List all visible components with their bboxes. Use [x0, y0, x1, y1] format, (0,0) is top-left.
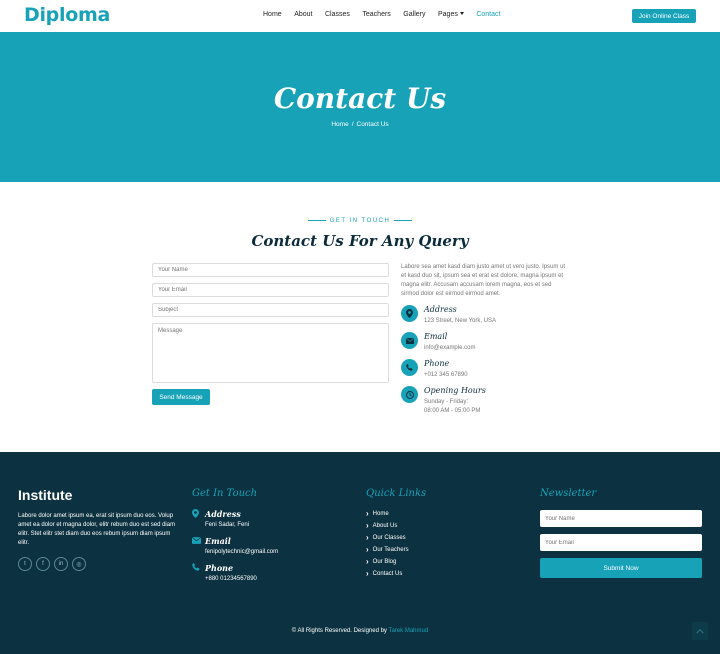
nav-pages-dropdown[interactable]: Pages [438, 11, 464, 18]
page-title: Contact Us [273, 82, 447, 115]
phone-value: +012 345 67890 [424, 372, 468, 378]
name-input[interactable] [152, 263, 389, 277]
breadcrumb-current: Contact Us [356, 121, 389, 128]
nav-menu: Home About Classes Teachers Gallery Page… [263, 11, 513, 18]
newsletter-submit-button[interactable]: Submit Now [540, 558, 702, 578]
envelope-icon [191, 536, 202, 546]
nav-classes[interactable]: Classes [325, 11, 350, 18]
nav-home[interactable]: Home [263, 11, 282, 18]
copyright-text: © All Rights Reserved. Designed by [291, 628, 387, 634]
instagram-icon[interactable]: ◎ [72, 557, 86, 571]
facebook-icon[interactable]: f [36, 557, 50, 571]
map-marker-icon [401, 305, 418, 322]
phone-icon [401, 359, 418, 376]
footer-phone-value: +880 01234567890 [205, 576, 257, 582]
nav-gallery[interactable]: Gallery [403, 11, 425, 18]
footer-address-value: Feni Sadar, Feni [205, 522, 250, 528]
back-to-top-button[interactable] [692, 622, 708, 640]
nav-pages-label: Pages [437, 11, 458, 18]
quick-link-classes[interactable]: Our Classes [366, 533, 406, 542]
footer-about: Labore dolor amet ipsum ea, erat sit ips… [18, 513, 176, 546]
footer-email-label: Email [205, 536, 231, 546]
linkedin-icon[interactable]: in [54, 557, 68, 571]
quick-link-about[interactable]: About Us [366, 521, 398, 530]
breadcrumb-home[interactable]: Home [331, 121, 348, 128]
footer-heading-newsletter: Newsletter [540, 488, 597, 499]
phone-icon [192, 563, 200, 573]
author-link[interactable]: Tarek Mahmud [389, 628, 429, 634]
brand-logo[interactable]: Diploma [24, 4, 110, 26]
quick-link-teachers[interactable]: Our Teachers [366, 545, 409, 554]
page-header: Contact Us Home / Contact Us [0, 32, 720, 182]
eyebrow-text: GET IN TOUCH [329, 218, 391, 224]
quick-link-contact[interactable]: Contact Us [366, 569, 403, 578]
nav-contact[interactable]: Contact [476, 11, 500, 18]
section-eyebrow: GET IN TOUCH [0, 218, 720, 224]
copyright: © All Rights Reserved. Designed by Tarek… [0, 628, 720, 634]
newsletter-name-input[interactable] [540, 510, 702, 527]
hours-days: Sunday - Friday: [424, 399, 469, 405]
contact-description: Labore sea amet kasd diam justo amet ut … [401, 264, 566, 297]
footer: Institute Labore dolor amet ipsum ea, er… [0, 452, 720, 654]
phone-label: Phone [424, 359, 450, 368]
nav-about[interactable]: About [294, 11, 312, 18]
send-message-button[interactable]: Send Message [152, 389, 210, 405]
navbar: Diploma Home About Classes Teachers Gall… [0, 0, 720, 32]
email-value[interactable]: info@example.com [424, 344, 475, 353]
address-label: Address [424, 305, 457, 314]
envelope-icon [401, 332, 418, 349]
footer-heading-touch: Get In Touch [192, 488, 258, 499]
footer-heading-links: Quick Links [366, 488, 427, 499]
twitter-icon[interactable]: t [18, 557, 32, 571]
section-title: Contact Us For Any Query [251, 232, 469, 250]
email-label: Email [424, 332, 448, 341]
footer-brand: Institute [18, 487, 73, 503]
breadcrumb: Home / Contact Us [0, 121, 720, 128]
clock-icon [401, 386, 418, 403]
newsletter-email-input[interactable] [540, 534, 702, 551]
hours-value: Sunday - Friday: 08:00 AM - 05:00 PM [424, 398, 480, 416]
hours-time: 08:00 AM - 05:00 PM [424, 408, 481, 414]
eyebrow-line-left [307, 219, 326, 221]
quick-link-home[interactable]: Home [366, 509, 389, 518]
message-textarea[interactable] [152, 323, 389, 383]
subject-input[interactable] [152, 303, 389, 317]
hours-label: Opening Hours [424, 386, 486, 395]
footer-phone-label: Phone [205, 563, 234, 573]
nav-teachers[interactable]: Teachers [362, 11, 390, 18]
caret-down-icon [459, 12, 464, 15]
quick-link-blog[interactable]: Our Blog [366, 557, 397, 566]
email-input[interactable] [152, 283, 389, 297]
address-value: 123 Street, New York, USA [424, 318, 497, 324]
chevron-up-icon [696, 628, 704, 634]
breadcrumb-separator: / [351, 121, 354, 128]
footer-email-value[interactable]: fenipolytechnic@gmail.com [205, 549, 278, 555]
map-marker-icon [192, 509, 199, 520]
eyebrow-line-right [394, 219, 413, 221]
join-online-class-button[interactable]: Join Online Class [632, 9, 696, 23]
footer-address-label: Address [205, 509, 241, 519]
